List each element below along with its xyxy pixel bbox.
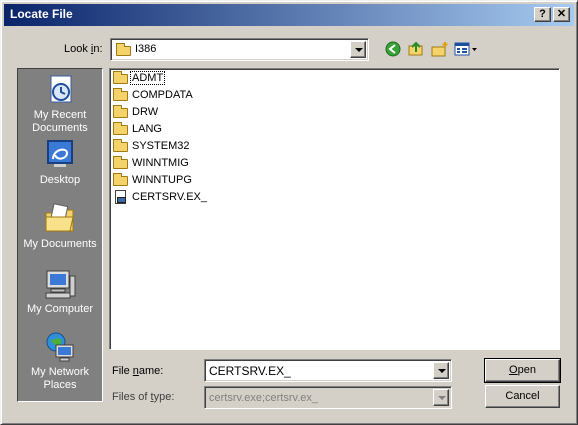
place-recent-label-1: My Recent [33,109,87,121]
list-item[interactable]: ADMT [113,70,166,86]
place-my-documents-label: My Documents [23,238,97,250]
list-item-name: WINNTUPG [132,174,192,186]
place-network-label-2: Places [43,379,77,391]
place-desktop[interactable]: Desktop [18,139,102,187]
title-bar[interactable]: Locate File ? ✕ [4,4,574,26]
place-desktop-label: Desktop [39,174,81,186]
file-icon [113,190,129,204]
files-of-type-dropdown-arrow[interactable] [433,389,449,406]
place-network-label-1: My Network [30,366,90,378]
close-icon: ✕ [556,8,567,20]
folder-icon [113,122,129,136]
list-item-name: WINNTMIG [132,157,189,169]
help-button[interactable]: ? [534,7,551,22]
list-item[interactable]: SYSTEM32 [113,138,190,154]
files-of-type-dropdown[interactable]: certsrv.exe;certsrv.ex_ [204,386,452,409]
window-title: Locate File [10,7,73,21]
list-item-name: COMPDATA [132,89,193,101]
back-icon[interactable] [384,41,402,57]
folder-icon [113,173,129,187]
file-name-dropdown-arrow[interactable] [433,362,449,379]
folder-icon [113,71,129,85]
places-bar: My Recent Documents Desktop My Documents [17,68,103,402]
files-of-type-value: certsrv.exe;certsrv.ex_ [209,392,319,404]
file-list[interactable]: ADMT COMPDATA DRW LANG SYSTEM32 WINNTMIG… [109,68,560,350]
locate-file-dialog: Locate File ? ✕ Look in: I386 My Recent … [0,0,578,425]
place-my-computer[interactable]: My Computer [18,268,102,316]
place-my-documents[interactable]: My Documents [18,203,102,251]
folder-icon [113,156,129,170]
list-item[interactable]: CERTSRV.EX_ [113,189,208,205]
place-recent-documents[interactable]: My Recent Documents [18,74,102,135]
new-folder-icon[interactable] [431,41,449,57]
list-item[interactable]: WINNTUPG [113,172,193,188]
desktop-icon [47,140,73,167]
my-computer-icon [45,270,76,299]
list-item-name: SYSTEM32 [132,140,190,152]
list-item[interactable]: COMPDATA [113,87,194,103]
my-documents-icon [45,203,74,232]
place-recent-label-2: Documents [32,122,88,134]
look-in-label: Look in: [64,43,103,55]
place-my-computer-label: My Computer [26,303,94,315]
close-button[interactable]: ✕ [553,7,570,22]
open-button[interactable]: Open [484,358,561,383]
up-folder-icon[interactable] [407,41,425,57]
folder-icon [113,105,129,119]
list-item[interactable]: DRW [113,104,159,120]
list-item-name: ADMT [129,71,166,85]
file-name-field[interactable]: CERTSRV.EX_ [204,359,452,382]
list-item-name: LANG [132,123,162,135]
list-item[interactable]: LANG [113,121,163,137]
place-my-network-places[interactable]: My Network Places [18,331,102,392]
files-of-type-label: Files of type: [112,391,175,403]
recent-documents-icon [50,75,72,103]
file-name-label: File name: [112,365,164,377]
folder-icon [113,139,129,153]
look-in-dropdown[interactable]: I386 [110,38,369,61]
folder-icon [116,42,132,56]
folder-icon [113,88,129,102]
look-in-value: I386 [135,43,157,55]
list-item-name: CERTSRV.EX_ [132,191,208,203]
network-places-icon [46,332,74,362]
look-in-dropdown-arrow[interactable] [350,41,366,58]
list-item-name: DRW [132,106,159,118]
cancel-button[interactable]: Cancel [485,385,560,408]
views-menu-icon[interactable] [454,41,480,57]
list-item[interactable]: WINNTMIG [113,155,190,171]
file-name-value: CERTSRV.EX_ [209,364,291,378]
